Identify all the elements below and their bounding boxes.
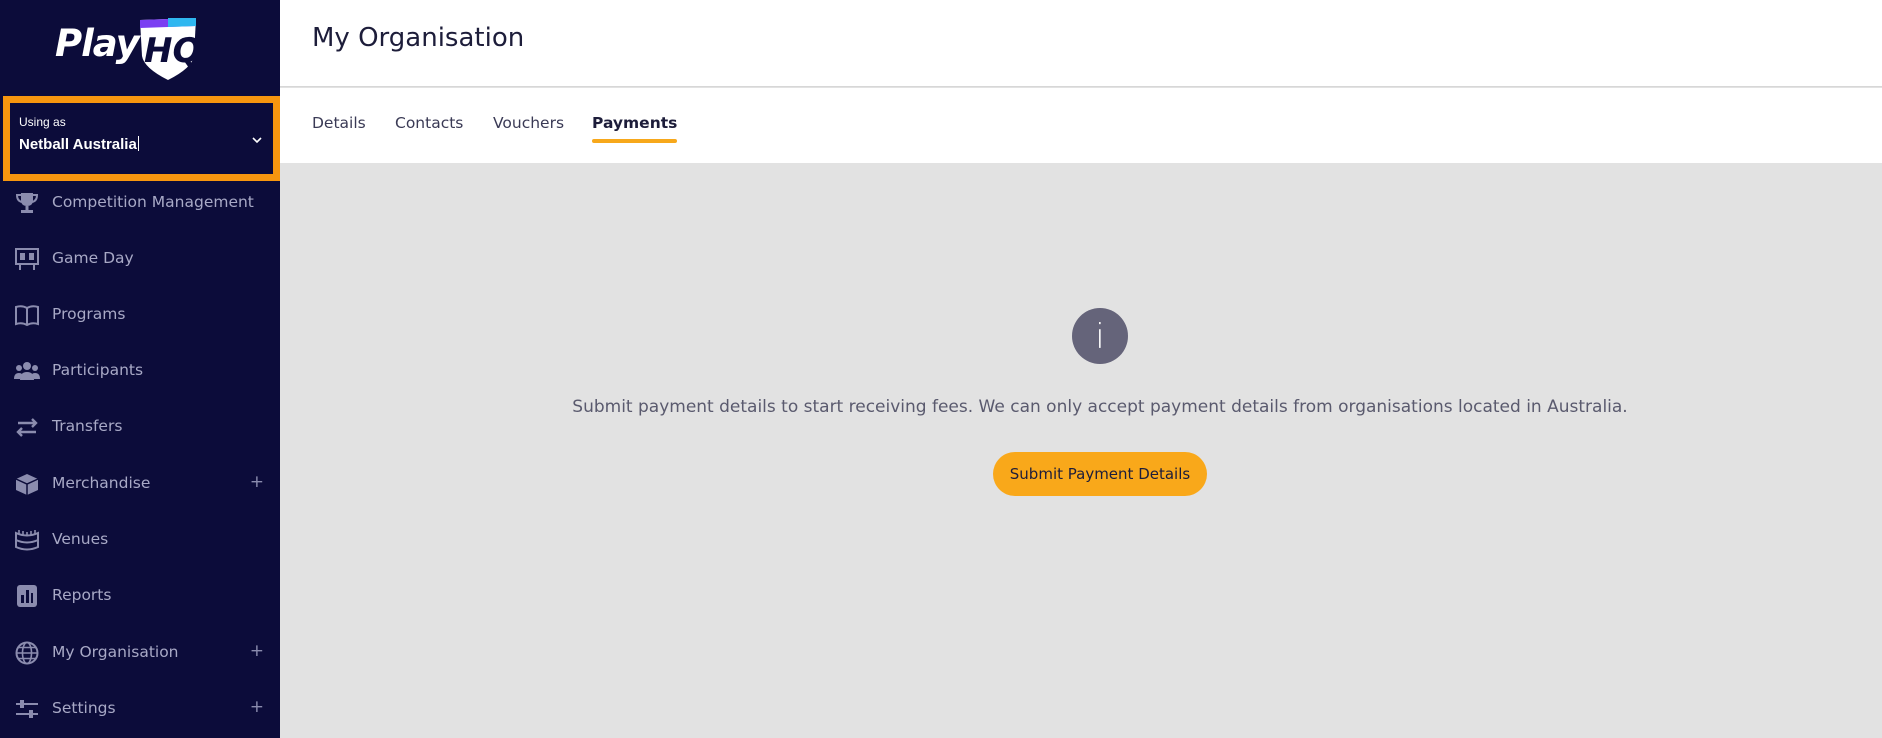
submit-payment-details-button[interactable]: Submit Payment Details	[993, 452, 1207, 496]
svg-text:i: i	[1095, 317, 1104, 357]
tab-payments[interactable]: Payments	[592, 114, 678, 143]
org-select-label: Using as	[19, 115, 66, 129]
logo-shield-icon: HQ	[140, 18, 201, 80]
info-icon: i	[1072, 308, 1128, 364]
expand-plus-icon[interactable]: +	[250, 641, 264, 661]
sidebar-item-label: Game Day	[52, 249, 134, 267]
sidebar-item-label: My Organisation	[52, 643, 179, 661]
expand-plus-icon[interactable]: +	[250, 697, 264, 717]
stadium-icon	[15, 530, 39, 551]
scoreboard-icon	[15, 248, 39, 270]
sidebar-item-label: Participants	[52, 361, 144, 379]
sidebar-item-label: Competition Management	[52, 193, 254, 211]
org-select[interactable]: Using as Netball Australia	[3, 96, 280, 181]
sidebar-item-transfers[interactable]: Transfers	[0, 402, 280, 452]
sidebar-item-game-day[interactable]: Game Day	[0, 234, 280, 284]
people-icon	[14, 362, 40, 380]
page-header: My Organisation	[280, 0, 1882, 87]
chevron-down-icon[interactable]	[251, 134, 263, 146]
sidebar-item-my-organisation[interactable]: My Organisation +	[0, 628, 280, 678]
globe-icon	[15, 641, 39, 665]
sidebar-item-label: Transfers	[52, 417, 123, 435]
sidebar-item-label: Reports	[52, 586, 112, 604]
tab-vouchers[interactable]: Vouchers	[493, 114, 564, 132]
page-title: My Organisation	[312, 23, 525, 53]
sidebar-item-programs[interactable]: Programs	[0, 290, 280, 340]
logo-text: Play	[55, 22, 140, 65]
book-icon	[15, 305, 39, 327]
box-icon	[15, 474, 39, 495]
logo-mark: HQ	[144, 31, 201, 71]
sidebar-item-label: Programs	[52, 305, 126, 323]
sidebar-item-settings[interactable]: Settings +	[0, 684, 280, 734]
org-select-value[interactable]: Netball Australia	[19, 136, 139, 153]
tab-contacts[interactable]: Contacts	[395, 114, 463, 132]
sidebar: Play HQ Using as Netball Australia Compe…	[0, 0, 280, 738]
expand-plus-icon[interactable]: +	[250, 472, 264, 492]
main-content: i Submit payment details to start receiv…	[280, 163, 1882, 738]
tab-details[interactable]: Details	[312, 114, 366, 132]
sidebar-item-label: Merchandise	[52, 474, 151, 492]
sidebar-item-label: Settings	[52, 699, 116, 717]
sidebar-item-participants[interactable]: Participants	[0, 346, 280, 396]
sidebar-item-venues[interactable]: Venues	[0, 515, 280, 565]
active-tab-indicator	[592, 139, 678, 143]
transfer-arrows-icon	[16, 418, 38, 437]
sidebar-item-label: Venues	[52, 530, 109, 548]
tab-bar: Details Contacts Vouchers Payments	[280, 88, 1882, 163]
payment-info-message: Submit payment details to start receivin…	[572, 397, 1628, 417]
sidebar-item-reports[interactable]: Reports	[0, 571, 280, 621]
sliders-icon	[16, 700, 38, 718]
playhq-logo[interactable]: Play HQ	[0, 0, 280, 94]
trophy-icon	[15, 193, 39, 213]
sidebar-item-competition-management[interactable]: Competition Management	[0, 178, 280, 228]
report-icon	[17, 585, 37, 607]
sidebar-item-merchandise[interactable]: Merchandise +	[0, 459, 280, 509]
